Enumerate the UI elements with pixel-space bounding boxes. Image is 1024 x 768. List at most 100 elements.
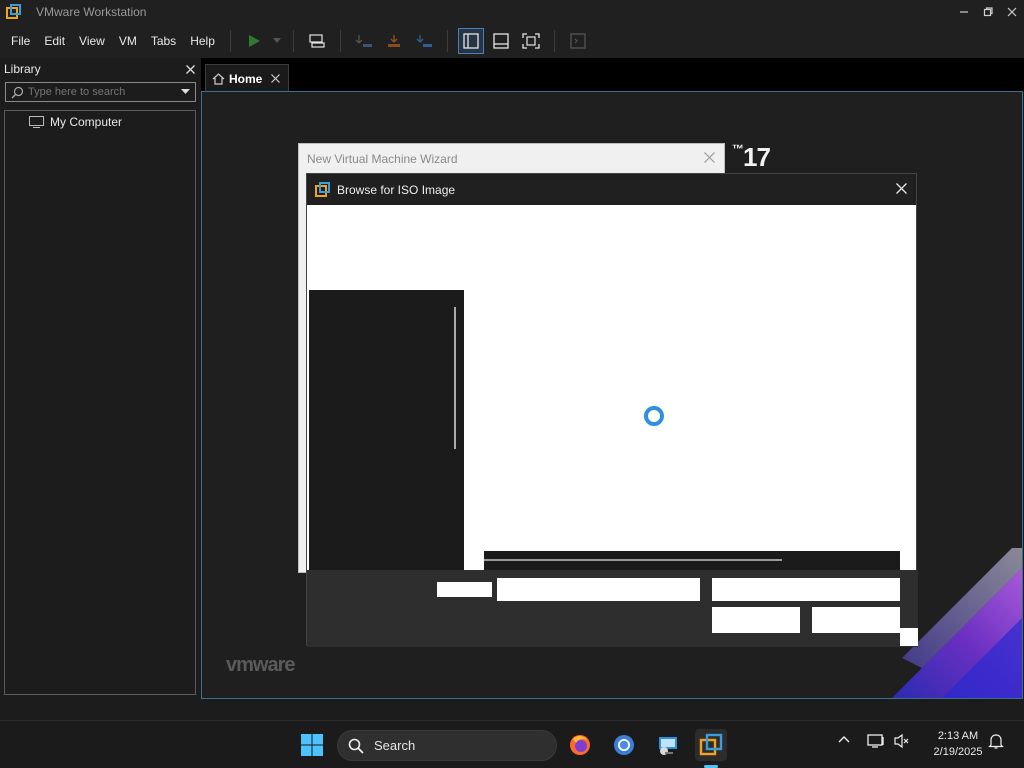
menu-tabs[interactable]: Tabs bbox=[144, 29, 183, 53]
library-search bbox=[5, 82, 196, 102]
thumbnail-bar-button[interactable] bbox=[488, 28, 514, 54]
search-dropdown-button[interactable] bbox=[181, 87, 195, 97]
search-icon bbox=[6, 86, 28, 99]
library-search-input[interactable] bbox=[28, 86, 181, 98]
close-icon bbox=[896, 183, 907, 194]
play-icon bbox=[248, 35, 260, 47]
close-icon bbox=[186, 64, 195, 74]
suspend-icon bbox=[355, 35, 372, 47]
loading-spinner-icon bbox=[644, 406, 664, 426]
chrome-taskbar-button[interactable] bbox=[608, 729, 640, 761]
tab-home[interactable]: Home bbox=[205, 64, 289, 92]
cancel-button[interactable] bbox=[812, 607, 900, 633]
menu-file[interactable]: File bbox=[4, 29, 37, 53]
horizontal-scrollbar[interactable] bbox=[484, 551, 900, 572]
menu-view[interactable]: View bbox=[72, 29, 112, 53]
volume-button[interactable] bbox=[894, 733, 910, 752]
full-screen-button[interactable] bbox=[518, 28, 544, 54]
resize-grip[interactable] bbox=[900, 628, 918, 646]
vmware-taskbar-button[interactable] bbox=[695, 729, 727, 761]
close-button[interactable] bbox=[1000, 0, 1024, 24]
library-close-button[interactable] bbox=[186, 62, 195, 77]
remote-desktop-icon bbox=[659, 737, 677, 755]
start-button[interactable] bbox=[296, 729, 328, 761]
clock-time: 2:13 AM bbox=[937, 730, 979, 742]
taskbar-search-label: Search bbox=[374, 738, 416, 753]
send-ctrl-alt-del-button[interactable] bbox=[304, 28, 330, 54]
restore-button[interactable] bbox=[976, 0, 1000, 24]
taskbar-search[interactable]: Search bbox=[337, 730, 557, 761]
home-icon bbox=[212, 72, 225, 85]
thumbnail-bar-icon bbox=[493, 33, 509, 49]
library-title: Library bbox=[4, 62, 41, 76]
tab-close-button[interactable] bbox=[271, 72, 281, 86]
menu-vm[interactable]: VM bbox=[112, 29, 144, 53]
library-panel: Library My Computer bbox=[0, 58, 201, 698]
fullscreen-icon bbox=[522, 33, 540, 49]
product-version: ™17 bbox=[732, 142, 771, 172]
system-clock[interactable]: 2:13 AM 2/19/2025 bbox=[920, 728, 996, 760]
console-view-icon bbox=[570, 33, 586, 49]
notifications-button[interactable] bbox=[988, 733, 1004, 753]
menu-bar: File Edit View VM Tabs Help bbox=[0, 24, 1024, 58]
wizard-title: New Virtual Machine Wizard bbox=[307, 151, 458, 166]
toolbar-separator bbox=[553, 30, 555, 52]
scrollbar-thumb[interactable] bbox=[484, 559, 782, 561]
open-button[interactable] bbox=[712, 607, 800, 633]
clock-date: 2/19/2025 bbox=[933, 746, 983, 758]
taskbar: Search 2:13 AM 2/19/2025 bbox=[0, 720, 1024, 768]
vmware-brand-logo: vmware bbox=[226, 654, 295, 676]
snapshot-manager-button[interactable] bbox=[411, 28, 437, 54]
windows-start-icon bbox=[301, 734, 323, 756]
show-hidden-icons-button[interactable] bbox=[838, 733, 850, 747]
search-icon bbox=[348, 738, 364, 754]
show-library-button[interactable] bbox=[457, 28, 484, 54]
chevron-up-icon bbox=[838, 736, 850, 743]
wizard-close-button[interactable] bbox=[704, 150, 715, 166]
vmware-workstation-icon bbox=[699, 733, 723, 756]
revert-snapshot-button[interactable] bbox=[381, 28, 407, 54]
dialog-footer bbox=[307, 570, 918, 647]
tree-item-my-computer[interactable]: My Computer bbox=[5, 111, 195, 133]
library-tree: My Computer bbox=[4, 110, 196, 695]
library-toggle-icon bbox=[463, 33, 479, 49]
title-bar: VMware Workstation bbox=[0, 0, 1024, 24]
toolbar-separator bbox=[446, 30, 448, 52]
tab-label: Home bbox=[229, 71, 263, 86]
power-dropdown-button[interactable] bbox=[271, 28, 283, 54]
vmware-logo-icon bbox=[6, 4, 22, 20]
computer-icon bbox=[29, 116, 44, 128]
navigation-scrollbar[interactable] bbox=[454, 307, 456, 449]
vmware-logo-icon bbox=[315, 181, 331, 198]
remote-desktop-taskbar-button[interactable] bbox=[652, 729, 684, 761]
close-icon bbox=[271, 73, 281, 83]
firefox-icon bbox=[570, 735, 590, 755]
dropdown-icon bbox=[272, 38, 281, 43]
close-icon bbox=[704, 152, 715, 163]
take-snapshot-button[interactable] bbox=[351, 28, 377, 54]
bell-icon bbox=[988, 734, 1004, 749]
browse-close-button[interactable] bbox=[896, 181, 907, 197]
browse-dialog-title: Browse for ISO Image bbox=[337, 182, 456, 197]
network-icon bbox=[867, 734, 884, 748]
window-title: VMware Workstation bbox=[36, 5, 147, 19]
file-name-label bbox=[437, 582, 492, 597]
power-on-button[interactable] bbox=[241, 28, 267, 54]
toolbar-separator bbox=[229, 30, 231, 52]
browse-iso-dialog: Browse for ISO Image bbox=[306, 173, 918, 647]
minimize-button[interactable] bbox=[952, 0, 976, 24]
menu-help[interactable]: Help bbox=[183, 29, 222, 53]
file-type-select[interactable] bbox=[712, 578, 900, 601]
firefox-taskbar-button[interactable] bbox=[564, 729, 596, 761]
send-keys-icon bbox=[309, 34, 325, 48]
navigation-pane[interactable] bbox=[309, 290, 464, 572]
console-view-button[interactable] bbox=[565, 28, 591, 54]
file-name-input[interactable] bbox=[497, 578, 700, 601]
revert-icon bbox=[387, 35, 400, 47]
volume-muted-icon bbox=[894, 733, 909, 749]
menu-edit[interactable]: Edit bbox=[37, 29, 72, 53]
chrome-icon bbox=[614, 735, 634, 755]
tab-strip: Home bbox=[201, 58, 1024, 92]
toolbar-separator bbox=[292, 30, 294, 52]
network-button[interactable] bbox=[867, 733, 885, 752]
